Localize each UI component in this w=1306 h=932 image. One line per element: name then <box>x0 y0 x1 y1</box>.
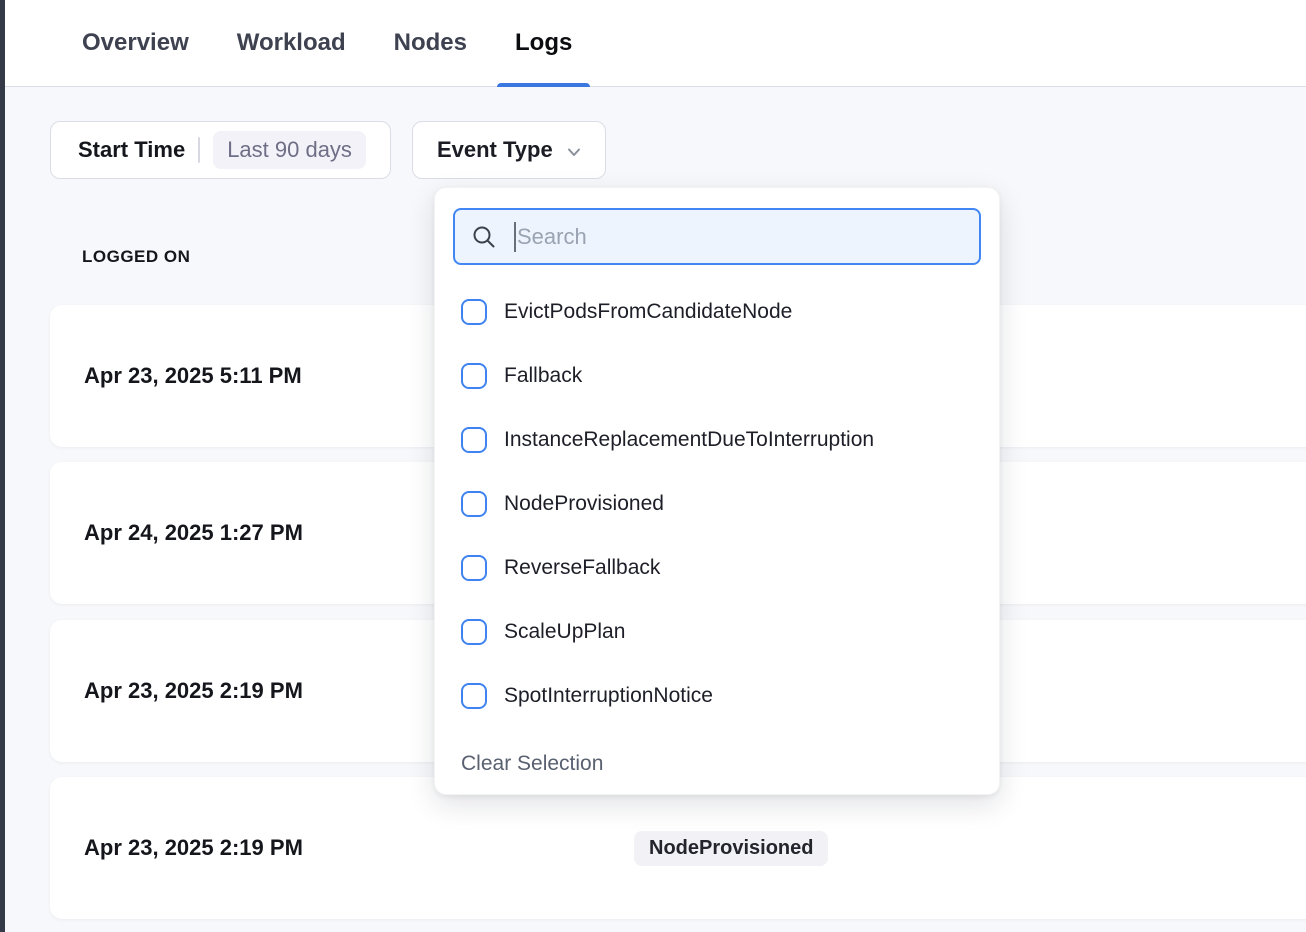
tab-nodes-label: Nodes <box>394 29 467 57</box>
event-type-filter[interactable]: Event Type <box>412 121 606 179</box>
clear-selection-button[interactable]: Clear Selection <box>435 752 999 776</box>
option-label: SpotInterruptionNotice <box>504 684 713 708</box>
option-scaleupplan[interactable]: ScaleUpPlan <box>435 600 999 664</box>
filter-divider <box>198 137 200 163</box>
event-type-badge: NodeProvisioned <box>634 831 828 866</box>
option-evictpodsfromcandidatenode[interactable]: EvictPodsFromCandidateNode <box>435 280 999 344</box>
checkbox-unchecked[interactable] <box>461 299 487 325</box>
checkbox-unchecked[interactable] <box>461 491 487 517</box>
option-fallback[interactable]: Fallback <box>435 344 999 408</box>
chevron-down-icon <box>565 143 583 161</box>
app-edge-strip <box>0 0 5 932</box>
option-label: EvictPodsFromCandidateNode <box>504 300 792 324</box>
option-reversefallback[interactable]: ReverseFallback <box>435 536 999 600</box>
tab-logs[interactable]: Logs <box>515 0 572 87</box>
start-time-value-pill: Last 90 days <box>213 131 366 169</box>
search-icon <box>471 224 497 250</box>
event-type-label: Event Type <box>437 137 553 163</box>
option-instancereplacementduetointerruption[interactable]: InstanceReplacementDueToInterruption <box>435 408 999 472</box>
checkbox-unchecked[interactable] <box>461 555 487 581</box>
active-tab-indicator <box>497 83 590 87</box>
logged-on-value: Apr 24, 2025 1:27 PM <box>84 520 303 546</box>
logged-on-value: Apr 23, 2025 2:19 PM <box>84 835 303 861</box>
tab-logs-label: Logs <box>515 29 572 57</box>
tab-workload-label: Workload <box>237 29 346 57</box>
checkbox-unchecked[interactable] <box>461 683 487 709</box>
tab-bar: Overview Workload Nodes Logs <box>5 0 1306 87</box>
event-type-option-list: EvictPodsFromCandidateNode Fallback Inst… <box>435 280 999 728</box>
search-input[interactable] <box>517 224 963 250</box>
tab-nodes[interactable]: Nodes <box>394 0 467 87</box>
checkbox-unchecked[interactable] <box>461 619 487 645</box>
tab-workload[interactable]: Workload <box>237 0 346 87</box>
dropdown-search-box[interactable] <box>453 208 981 265</box>
tab-overview-label: Overview <box>82 29 189 57</box>
logged-on-value: Apr 23, 2025 2:19 PM <box>84 678 303 704</box>
checkbox-unchecked[interactable] <box>461 427 487 453</box>
tab-overview[interactable]: Overview <box>82 0 189 87</box>
filter-row: Start Time Last 90 days Event Type <box>50 121 606 179</box>
option-label: ReverseFallback <box>504 556 660 580</box>
option-nodeprovisioned[interactable]: NodeProvisioned <box>435 472 999 536</box>
start-time-filter[interactable]: Start Time Last 90 days <box>50 121 391 179</box>
text-caret <box>514 222 516 252</box>
logged-on-value: Apr 23, 2025 5:11 PM <box>84 363 302 389</box>
option-label: Fallback <box>504 364 582 388</box>
option-label: ScaleUpPlan <box>504 620 625 644</box>
option-label: InstanceReplacementDueToInterruption <box>504 428 874 452</box>
start-time-label: Start Time <box>78 137 185 163</box>
option-spotinterruptionnotice[interactable]: SpotInterruptionNotice <box>435 664 999 728</box>
option-label: NodeProvisioned <box>504 492 664 516</box>
logged-on-column-header: LOGGED ON <box>82 247 190 267</box>
event-type-dropdown: EvictPodsFromCandidateNode Fallback Inst… <box>434 187 1000 795</box>
checkbox-unchecked[interactable] <box>461 363 487 389</box>
log-row[interactable]: Apr 23, 2025 2:19 PM NodeProvisioned <box>50 777 1306 919</box>
